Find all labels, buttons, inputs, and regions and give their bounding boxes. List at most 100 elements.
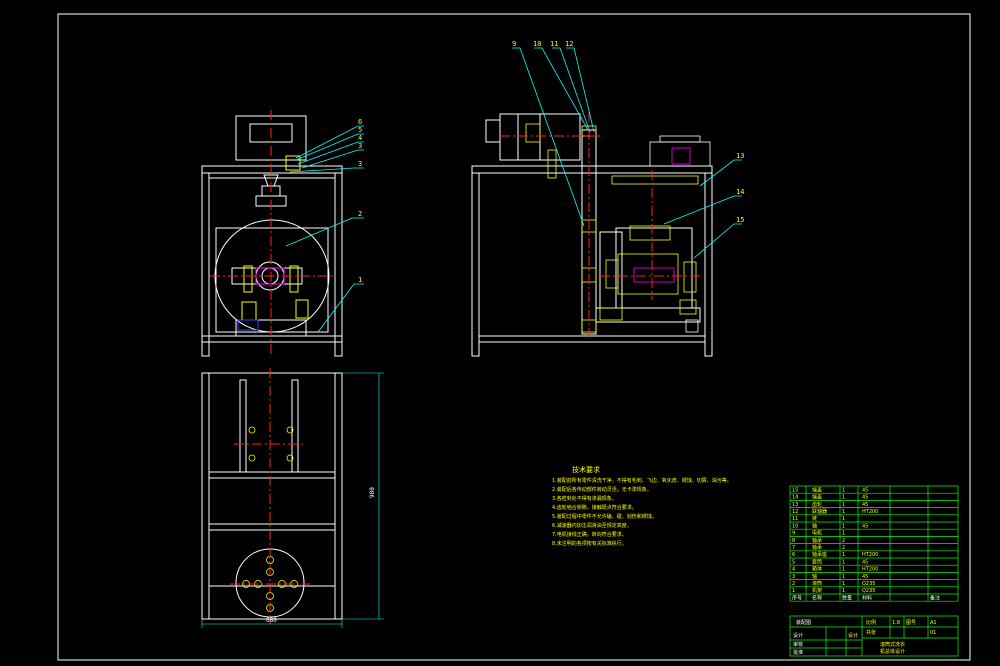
cad-drawing: 6 5 4 3 3 2 1 980 680 9 10 11 12 13 14 1…: [57, 13, 971, 661]
table-header-cell: 序号: [792, 594, 802, 601]
table-cell: 1: [792, 588, 795, 594]
callout-1: 1: [358, 276, 362, 284]
callout-13: 13: [736, 152, 744, 160]
table-cell: 轴承: [812, 537, 822, 544]
table-cell: 45: [862, 495, 868, 501]
table-cell: HT200: [862, 567, 878, 573]
table-cell: 13: [792, 502, 798, 508]
table-cell: 5: [792, 559, 795, 565]
table-cell: 45: [862, 502, 868, 508]
ratio-label: 比例: [866, 619, 876, 626]
table-cell: 1: [842, 523, 845, 529]
table-cell: 4: [792, 567, 795, 573]
table-cell: 端盖: [812, 486, 822, 493]
table-cell: 1: [842, 495, 845, 501]
tech-note-3: 3.各密封处不得有渗漏现象。: [552, 495, 617, 502]
table-cell: 1: [842, 567, 845, 573]
table-cell: 11: [792, 516, 798, 522]
table-cell: 齿轮: [812, 501, 822, 508]
callout-6: 6: [358, 118, 362, 126]
callout-14: 14: [736, 188, 744, 196]
callout-9: 9: [512, 40, 516, 48]
table-cell: Q235: [862, 581, 875, 587]
table-cell: 滚筒: [812, 580, 822, 587]
table-cell: 3: [792, 574, 795, 580]
table-cell: 10: [792, 523, 798, 529]
sheet-label: 图号: [906, 620, 916, 626]
parts-table: 15 端盖 1 4514 端盖 1 4513 齿轮 1 4512 联轴器 1 HT20011 链 110 轴 1…: [789, 485, 959, 602]
table-cell: 45: [862, 487, 868, 493]
approve-label: 批准: [793, 649, 803, 656]
ratio: 1:8: [892, 620, 900, 626]
check-label: 审核: [793, 641, 803, 648]
callout-12: 12: [565, 40, 573, 48]
table-cell: 1: [842, 552, 845, 558]
front-view-sections: [237, 155, 309, 331]
table-cell: 2: [842, 545, 845, 551]
table-cell: HT200: [862, 552, 878, 558]
tech-note-2: 2.装配后各传动部件转动灵活，无卡滞现象。: [552, 486, 652, 493]
table-cell: 轴承座: [812, 551, 827, 558]
design-label: 设计: [793, 632, 803, 639]
table-cell: 端盖: [812, 494, 822, 501]
callout-5: 5: [358, 126, 362, 134]
table-cell: 45: [862, 523, 868, 529]
table-cell: 1: [842, 516, 845, 522]
plan-view: [201, 372, 343, 620]
tech-note-6: 6.减速器内加注润滑油至规定高度。: [552, 522, 632, 529]
table-cell: 12: [792, 509, 798, 515]
design-label-2: 设计: [848, 632, 858, 639]
table-cell: 8: [792, 538, 795, 544]
tech-note-7: 7.电机接线正确，转向符合要求。: [552, 531, 627, 538]
table-cell: 联轴器: [812, 508, 827, 515]
table-cell: 9: [792, 531, 795, 537]
table-header-cell: 材料: [862, 594, 872, 601]
callout-15: 15: [736, 216, 744, 224]
table-header-cell: 名称: [812, 594, 822, 601]
count-label: 共张: [866, 629, 876, 636]
callout-3: 3: [358, 160, 362, 168]
table-cell: 1: [842, 581, 845, 587]
front-view: [201, 115, 343, 357]
table-cell: 轴: [812, 573, 817, 580]
tech-note-8: 8.未注明的各项按有关标准执行。: [552, 540, 627, 547]
table-cell: 轴: [812, 522, 817, 529]
callout-4: 4: [358, 134, 362, 142]
sheet: A1: [930, 620, 937, 626]
table-cell: 1: [842, 559, 845, 565]
school-2: 机总体设计: [880, 648, 905, 655]
table-cell: 15: [792, 487, 798, 493]
table-cell: 套筒: [812, 558, 822, 565]
side-view-callouts: 9 10 11 12 13 14 15: [512, 40, 744, 224]
table-cell: 45: [862, 559, 868, 565]
count: 01: [930, 630, 936, 636]
table-cell: 14: [792, 495, 798, 501]
table-cell: 链: [812, 515, 817, 522]
callout-10: 10: [533, 40, 541, 48]
table-cell: 6: [792, 552, 795, 558]
school: 滚筒式洗衣: [880, 641, 905, 648]
table-header-cell: 数量: [842, 594, 852, 601]
table-cell: 7: [792, 545, 795, 551]
title-block: 装配图 比例 1:8 图号 A1 共张 01 设计审核批准 设计滚筒式洗衣机总体设计: [789, 615, 959, 657]
table-cell: 1: [842, 531, 845, 537]
tech-note-1: 1.装配前所有零件清洗干净，不得有毛刺、飞边、氧化皮、锈蚀、切屑、油污等。: [552, 477, 732, 484]
table-cell: 1: [842, 502, 845, 508]
table-cell: 箱体: [812, 566, 822, 573]
tech-notes: 技术要求 1.装配前所有零件清洗干净，不得有毛刺、飞边、氧化皮、锈蚀、切屑、油污…: [552, 465, 732, 547]
front-view-callouts: 6 5 4 3 3 2 1: [358, 118, 362, 284]
table-cell: 电机: [812, 530, 822, 537]
table-cell: 2: [792, 581, 795, 587]
tech-notes-title: 技术要求: [572, 465, 600, 474]
table-cell: 机架: [812, 587, 822, 594]
callout-2: 2: [358, 210, 362, 218]
table-cell: Q235: [862, 588, 875, 594]
tech-note-4: 4.齿轮啮合侧隙，接触斑点符合要求。: [552, 504, 637, 511]
table-header-cell: 备注: [930, 594, 940, 601]
dim-horizontal: 680: [266, 617, 277, 624]
tech-note-5: 5.装配过程中零件不允许磕、碰、划伤和锈蚀。: [552, 513, 657, 520]
table-cell: 1: [842, 588, 845, 594]
outer-border: [57, 13, 971, 661]
plan-dimensions: [201, 372, 384, 628]
table-cell: HT200: [862, 509, 878, 515]
